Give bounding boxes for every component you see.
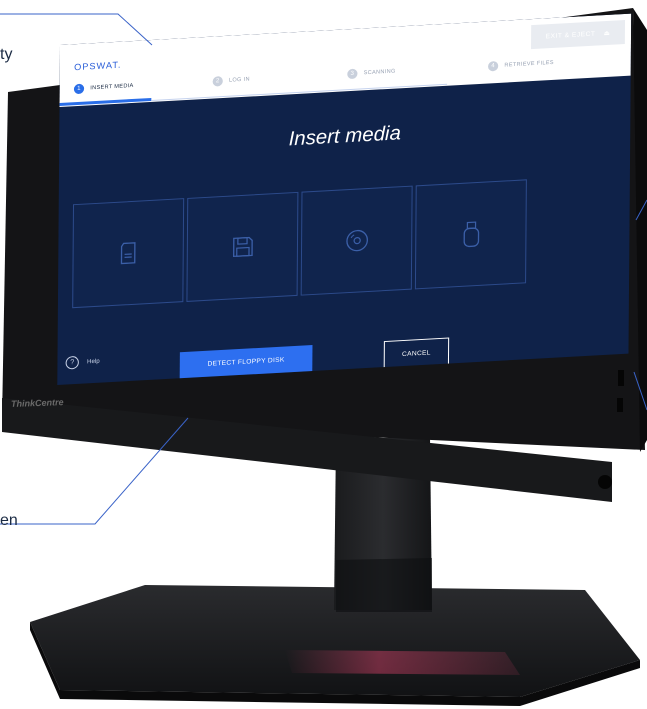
step-number: 2 bbox=[212, 76, 223, 87]
callout-text-bottom: en bbox=[0, 512, 18, 529]
exit-eject-button[interactable]: EXIT & EJECT ⏏ bbox=[531, 19, 626, 50]
step-insert-media: 1 INSERT MEDIA bbox=[73, 81, 134, 95]
step-number: 1 bbox=[73, 83, 85, 95]
optical-disc-icon bbox=[345, 229, 368, 252]
step-number: 3 bbox=[347, 68, 358, 80]
usb-drive-icon bbox=[463, 221, 479, 248]
media-card-disc[interactable] bbox=[300, 185, 413, 296]
step-number: 4 bbox=[488, 60, 499, 72]
help-label: Help bbox=[87, 358, 100, 365]
media-card-floppy[interactable] bbox=[186, 191, 299, 302]
step-label: INSERT MEDIA bbox=[90, 82, 134, 92]
eject-icon: ⏏ bbox=[603, 29, 611, 38]
sd-card-icon bbox=[120, 242, 136, 265]
step-progress-bar bbox=[59, 97, 152, 106]
exit-eject-label: EXIT & EJECT bbox=[545, 30, 596, 40]
step-label: SCANNING bbox=[363, 68, 396, 77]
step-track bbox=[151, 83, 448, 101]
brand-label: ThinkCentre bbox=[10, 397, 64, 409]
step-scanning: 3 SCANNING bbox=[347, 67, 396, 80]
floppy-disk-icon bbox=[232, 236, 253, 258]
step-retrieve-files: 4 RETRIEVE FILES bbox=[488, 58, 554, 72]
callout-text-top: ty bbox=[0, 46, 13, 63]
kiosk-screen: OPSWAT. EXIT & EJECT ⏏ 1 INSERT MEDIA 2 … bbox=[57, 13, 632, 385]
step-label: RETRIEVE FILES bbox=[504, 59, 554, 69]
step-log-in: 2 LOG IN bbox=[212, 75, 250, 87]
help-icon: ? bbox=[65, 355, 79, 370]
monitor: ThinkCentre OPSWAT. EXIT & EJECT ⏏ 1 INS… bbox=[0, 0, 647, 709]
page-title: Insert media bbox=[288, 122, 401, 151]
help-link[interactable]: ? Help bbox=[65, 355, 100, 370]
media-card-usb[interactable] bbox=[414, 179, 527, 290]
opswat-logo: OPSWAT. bbox=[74, 59, 122, 73]
step-label: LOG IN bbox=[228, 76, 250, 84]
media-card-sd[interactable] bbox=[72, 198, 185, 309]
